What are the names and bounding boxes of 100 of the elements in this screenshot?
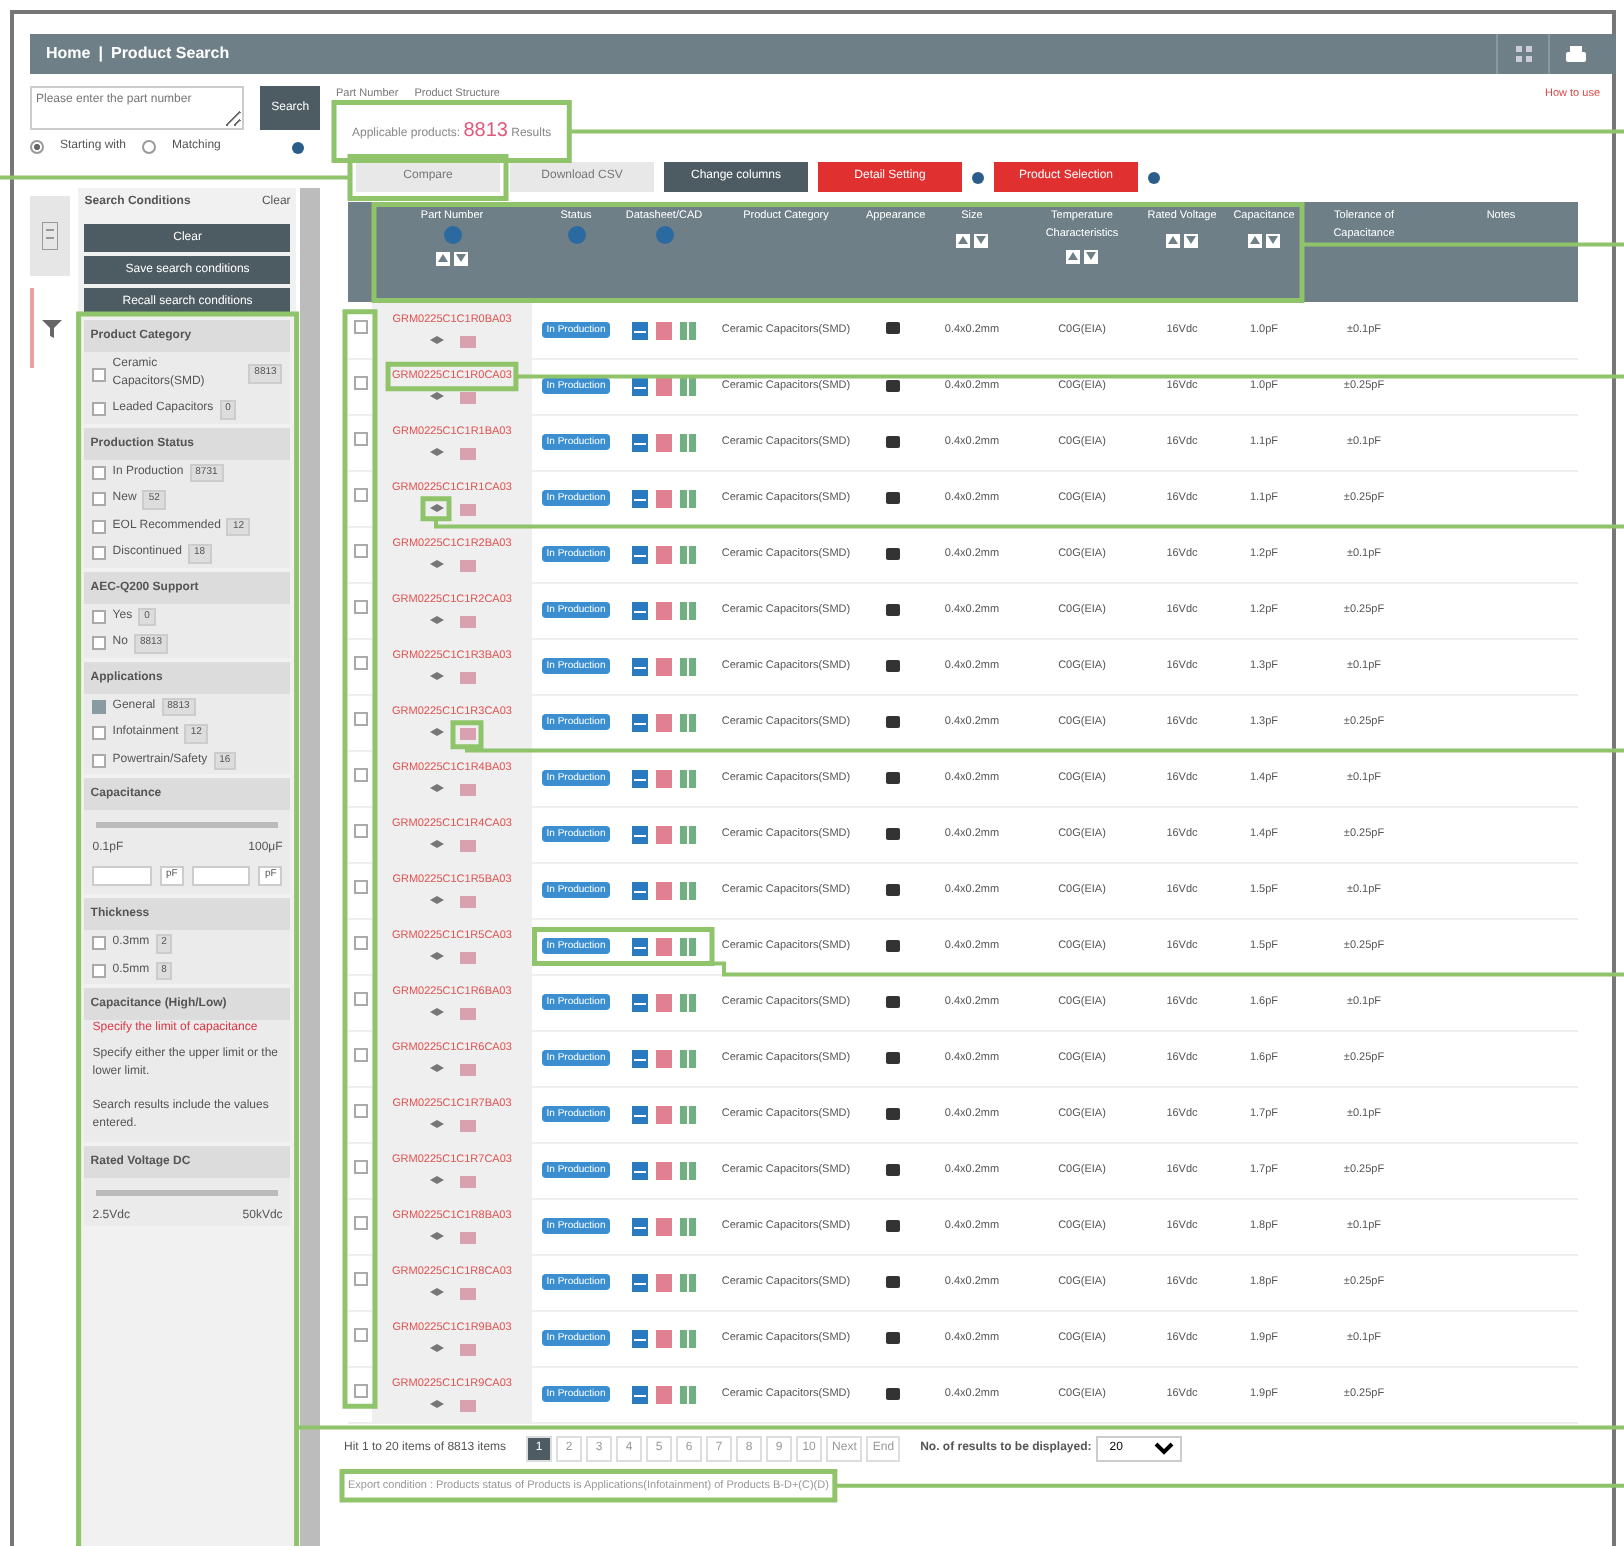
document-icon [632, 1217, 648, 1236]
row-checkbox[interactable] [353, 544, 367, 559]
checkbox[interactable] [92, 963, 107, 978]
checkbox[interactable] [92, 609, 107, 624]
checkbox[interactable] [92, 636, 107, 651]
row-checkbox[interactable] [353, 656, 367, 671]
sort-button[interactable] [1166, 233, 1180, 247]
sort-down-icon [976, 236, 986, 244]
help-icon [567, 225, 585, 243]
document-icon [632, 489, 648, 508]
row-checkbox[interactable] [353, 600, 367, 615]
document-icon [632, 825, 648, 844]
sort-button[interactable] [1184, 233, 1198, 247]
help-icon[interactable] [292, 141, 304, 153]
row-checkbox[interactable] [353, 1384, 367, 1399]
sort-down-icon [456, 254, 466, 263]
sort-down-icon [1086, 252, 1096, 261]
row-checkbox[interactable] [353, 1216, 367, 1231]
sort-button[interactable] [1266, 233, 1280, 247]
sort-up-icon [1168, 236, 1178, 244]
sort-button[interactable] [974, 233, 988, 247]
row-checkbox[interactable] [353, 488, 367, 503]
sort-button[interactable] [454, 251, 468, 266]
help-icon[interactable] [972, 171, 984, 184]
callout-box [385, 361, 519, 392]
sort-button[interactable] [1248, 233, 1262, 247]
row-checkbox[interactable] [353, 1328, 367, 1343]
chip-icon [885, 1331, 899, 1344]
document-icon [632, 1161, 648, 1180]
row-checkbox[interactable] [353, 1272, 367, 1287]
sort-up-icon [1250, 236, 1260, 244]
chip-icon [885, 379, 899, 392]
row-checkbox[interactable] [353, 992, 367, 1007]
row-checkbox[interactable] [353, 880, 367, 895]
row-checkbox[interactable] [353, 432, 367, 447]
chip-icon [885, 322, 899, 335]
radio-button[interactable] [30, 140, 44, 154]
document-icon [632, 993, 648, 1012]
callout-box [420, 496, 452, 522]
breadcrumb-link[interactable]: Product Search [110, 42, 230, 66]
document-icon [632, 433, 648, 452]
scrollbar[interactable] [300, 188, 321, 1546]
grid-icon [1515, 46, 1531, 62]
sort-button[interactable] [1084, 249, 1098, 264]
checkbox[interactable] [92, 465, 107, 480]
document-icon [632, 881, 648, 900]
row-checkbox[interactable] [353, 1104, 367, 1119]
row-checkbox[interactable] [353, 1048, 367, 1063]
checkbox[interactable] [92, 753, 107, 768]
breadcrumb-separator: | [98, 42, 103, 66]
checkbox[interactable] [92, 367, 107, 381]
chip-icon [885, 1107, 899, 1120]
sort-button[interactable] [436, 251, 450, 266]
row-checkbox[interactable] [353, 712, 367, 727]
sort-down-icon [1268, 236, 1278, 244]
chip-icon [885, 435, 899, 448]
breadcrumb-link[interactable]: Home [46, 42, 91, 66]
document-icon [632, 1273, 648, 1292]
help-icon [443, 225, 461, 243]
row-checkbox[interactable] [353, 768, 367, 783]
document-icon [632, 1385, 648, 1404]
chip-icon [885, 771, 899, 784]
chip-icon [885, 603, 899, 616]
document-icon [632, 601, 648, 620]
document-icon [632, 545, 648, 564]
checkbox[interactable] [92, 726, 107, 741]
list-icon [42, 222, 58, 250]
checkbox[interactable] [92, 546, 107, 561]
chip-icon [885, 1387, 899, 1400]
filter-icon [42, 319, 62, 337]
input-field[interactable] [191, 866, 251, 886]
sort-button[interactable] [956, 233, 970, 247]
checkbox[interactable] [92, 699, 107, 714]
chip-icon [885, 1219, 899, 1232]
help-icon[interactable] [1148, 171, 1160, 184]
checkbox[interactable] [92, 519, 107, 534]
chip-icon [885, 1051, 899, 1064]
document-icon [632, 1329, 648, 1348]
input-field[interactable] [92, 866, 152, 886]
document-icon [632, 713, 648, 732]
slider-track[interactable] [96, 822, 279, 828]
sort-button[interactable] [1066, 249, 1080, 264]
checkbox[interactable] [92, 492, 107, 507]
row-checkbox[interactable] [353, 319, 367, 334]
chip-icon [885, 1163, 899, 1176]
document-icon [632, 657, 648, 676]
chip-icon [885, 939, 899, 952]
chip-icon [885, 715, 899, 728]
help-icon [655, 225, 673, 243]
radio-button[interactable] [142, 140, 157, 154]
row-checkbox[interactable] [353, 1160, 367, 1175]
printer-icon [1565, 46, 1585, 62]
row-checkbox[interactable] [353, 936, 367, 951]
slider-track[interactable] [96, 1190, 279, 1196]
checkbox[interactable] [92, 402, 107, 417]
row-checkbox[interactable] [353, 376, 367, 391]
row-checkbox[interactable] [353, 824, 367, 839]
document-icon [632, 769, 648, 788]
checkbox[interactable] [92, 936, 107, 951]
document-icon [632, 1105, 648, 1124]
